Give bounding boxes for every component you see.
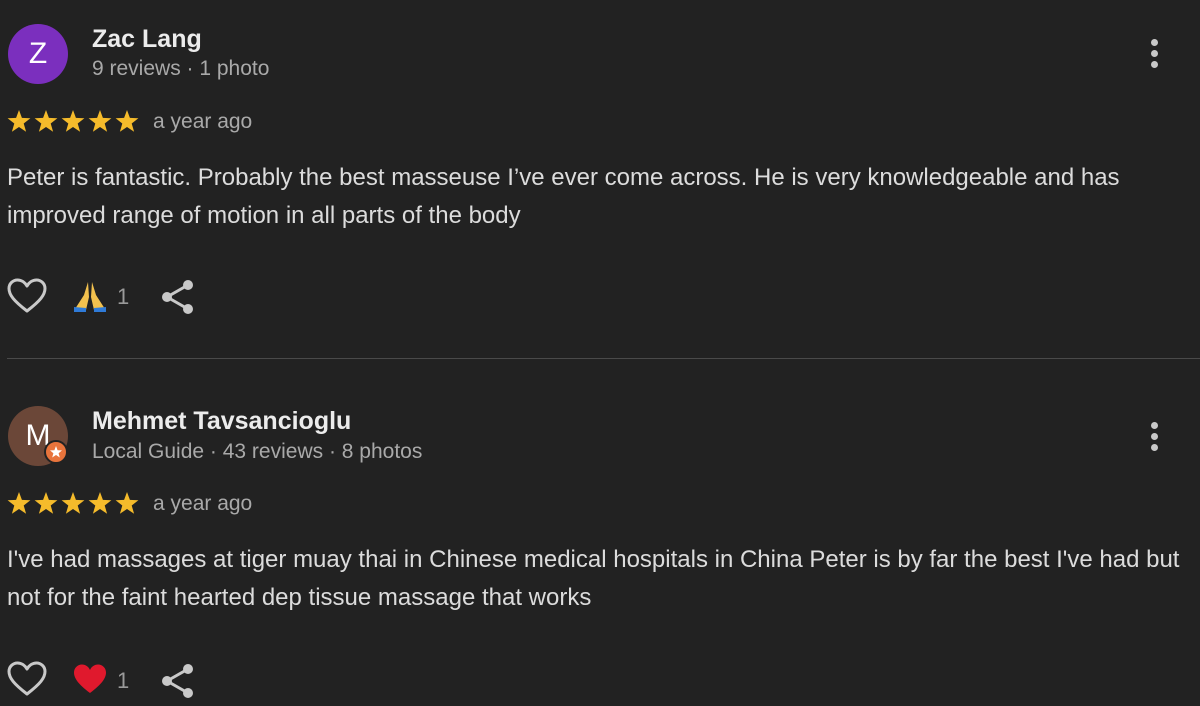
more-dot xyxy=(1151,39,1158,46)
review-date: a year ago xyxy=(153,492,253,515)
reaction-count: 1 xyxy=(117,284,130,309)
review-text: Peter is fantastic. Probably the best ma… xyxy=(7,164,1120,229)
star-rating xyxy=(7,492,139,514)
review-card: M Mehmet Tavsancioglu Local Guide · 43 r… xyxy=(0,382,1200,706)
avatar[interactable]: Z xyxy=(8,24,68,84)
star-icon xyxy=(88,492,112,514)
star-icon xyxy=(34,492,58,514)
heart-outline-icon xyxy=(7,661,47,696)
star-icon xyxy=(7,492,31,514)
share-button[interactable] xyxy=(160,663,196,699)
star-icon xyxy=(50,446,62,458)
star-icon xyxy=(115,492,139,514)
more-options-button[interactable] xyxy=(1140,417,1170,457)
reviewer-name[interactable]: Mehmet Tavsancioglu xyxy=(92,406,351,436)
reaction-count: 1 xyxy=(117,668,130,693)
star-icon xyxy=(7,110,31,132)
more-options-button[interactable] xyxy=(1140,34,1170,74)
star-icon xyxy=(61,110,85,132)
star-icon xyxy=(61,492,85,514)
share-button[interactable] xyxy=(160,279,196,315)
reviewer-name[interactable]: Zac Lang xyxy=(92,24,202,54)
share-icon xyxy=(162,280,193,314)
star-icon xyxy=(115,110,139,132)
more-dot xyxy=(1151,50,1158,57)
more-dot xyxy=(1151,61,1158,68)
more-dot xyxy=(1151,433,1158,440)
more-dot xyxy=(1151,422,1158,429)
review-text: I've had massages at tiger muay thai in … xyxy=(7,546,1180,611)
star-icon xyxy=(88,110,112,132)
like-button[interactable] xyxy=(7,278,47,314)
star-rating xyxy=(7,110,139,132)
folded-hands-emoji xyxy=(74,282,106,312)
like-button[interactable] xyxy=(7,661,47,697)
more-dot xyxy=(1151,444,1158,451)
local-guide-star-badge xyxy=(44,440,68,464)
review-divider xyxy=(7,358,1200,359)
heart-outline-icon xyxy=(7,278,47,313)
reviewer-meta: 9 reviews · 1 photo xyxy=(92,57,270,80)
review-date: a year ago xyxy=(153,110,253,133)
share-icon xyxy=(162,664,193,698)
review-card: Z Zac Lang 9 reviews · 1 photo a year ag… xyxy=(0,0,1200,358)
reaction-folded-hands[interactable] xyxy=(72,279,108,313)
red-heart-emoji xyxy=(74,664,106,693)
reviewer-meta: Local Guide · 43 reviews · 8 photos xyxy=(92,440,423,463)
star-icon xyxy=(34,110,58,132)
reaction-heart[interactable] xyxy=(73,663,107,695)
